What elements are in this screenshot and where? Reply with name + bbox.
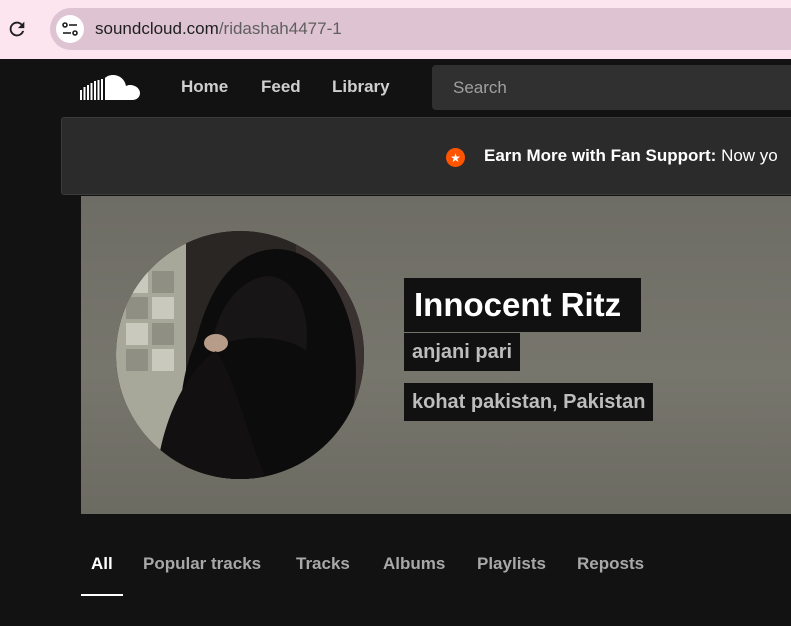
avatar[interactable]: [116, 231, 364, 479]
nav-library[interactable]: Library: [332, 77, 390, 97]
browser-address-bar: soundcloud.com/ridashah4477-1: [0, 0, 791, 59]
site-header: Home Feed Library: [0, 59, 791, 116]
banner-body: Now yo: [716, 146, 778, 165]
banner-message: Earn More with Fan Support: Now yo: [484, 146, 778, 166]
tab-popular-tracks[interactable]: Popular tracks: [143, 554, 261, 574]
profile-hero: Innocent Ritz anjani pari kohat pakistan…: [81, 196, 791, 514]
nav-feed[interactable]: Feed: [261, 77, 301, 97]
profile-subtitle: anjani pari: [412, 341, 513, 363]
url-text: soundcloud.com/ridashah4477-1: [95, 19, 342, 39]
profile-name: Innocent Ritz: [414, 286, 622, 323]
site-info-icon[interactable]: [56, 15, 84, 43]
soundcloud-logo-icon[interactable]: [80, 73, 142, 103]
url-host: soundcloud.com: [95, 19, 219, 38]
active-tab-indicator: [81, 594, 123, 596]
tab-reposts[interactable]: Reposts: [577, 554, 644, 574]
reload-icon[interactable]: [6, 18, 28, 40]
fan-support-banner: ★ Earn More with Fan Support: Now yo: [61, 117, 791, 195]
star-badge-icon: ★: [446, 148, 465, 167]
tab-albums[interactable]: Albums: [383, 554, 445, 574]
profile-location: kohat pakistan, Pakistan: [412, 391, 646, 413]
url-path: /ridashah4477-1: [218, 19, 342, 38]
banner-title: Earn More with Fan Support:: [484, 146, 717, 165]
tab-playlists[interactable]: Playlists: [477, 554, 546, 574]
profile-name-box: Innocent Ritz: [404, 278, 642, 332]
profile-location-box: kohat pakistan, Pakistan: [404, 383, 654, 421]
search-input[interactable]: [432, 65, 791, 110]
tab-tracks[interactable]: Tracks: [296, 554, 350, 574]
url-omnibox[interactable]: soundcloud.com/ridashah4477-1: [50, 8, 791, 50]
profile-subtitle-box: anjani pari: [404, 333, 521, 371]
tab-all[interactable]: All: [91, 554, 113, 574]
nav-home[interactable]: Home: [181, 77, 228, 97]
